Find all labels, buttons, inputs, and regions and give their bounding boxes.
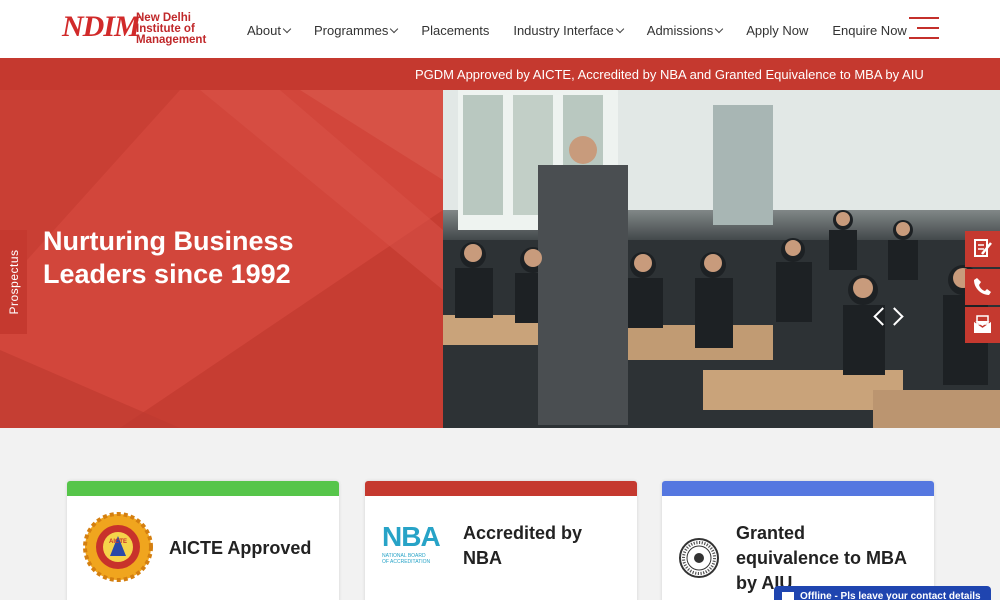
hero-title: Nurturing Business Leaders since 1992	[43, 226, 294, 289]
aicte-logo: AICTE	[83, 512, 153, 582]
nba-logo: NBA NATIONAL BOARD OF ACCREDITATION	[382, 521, 441, 565]
nav-enquire-now[interactable]: Enquire Now	[832, 23, 906, 38]
card-label: AICTE Approved	[169, 538, 312, 558]
ndim-logo[interactable]: NDIM New Delhi Institute of Management	[62, 6, 212, 52]
document-edit-icon[interactable]	[965, 231, 1000, 267]
logo-text: New Delhi Institute of Management	[136, 12, 207, 46]
chevron-right-icon[interactable]	[885, 307, 904, 326]
phone-icon[interactable]	[965, 269, 1000, 305]
card-nba[interactable]: NBA NATIONAL BOARD OF ACCREDITATION Accr…	[365, 481, 637, 600]
chevron-down-icon	[390, 24, 399, 33]
prospectus-tab[interactable]: Prospectus	[0, 230, 27, 334]
card-label: Accredited by NBA	[463, 523, 583, 568]
chevron-down-icon	[715, 24, 724, 33]
chevron-down-icon	[282, 24, 292, 33]
chat-widget[interactable]: Offline - Pls leave your contact details	[774, 586, 991, 600]
classroom-illustration	[443, 90, 1000, 428]
card-aicte[interactable]: AICTE AICTE Approved	[67, 481, 339, 600]
accreditation-section: AICTE AICTE Approved NBA NATIONAL BOARD …	[0, 428, 1000, 600]
mail-icon[interactable]	[965, 307, 1000, 343]
card-aiu[interactable]: Granted equivalence to MBA by AIU	[662, 481, 934, 600]
nav-industry-interface[interactable]: Industry Interface	[513, 23, 625, 38]
nav-programmes[interactable]: Programmes	[314, 23, 399, 38]
announcement-text: PGDM Approved by AICTE, Accredited by NB…	[415, 67, 924, 82]
svg-text:AICTE: AICTE	[109, 539, 127, 545]
site-header: NDIM New Delhi Institute of Management A…	[0, 0, 1000, 58]
chevron-down-icon	[615, 24, 625, 33]
logo-mark: NDIM	[62, 10, 141, 43]
envelope-icon	[782, 592, 794, 600]
announcement-bar: PGDM Approved by AICTE, Accredited by NB…	[0, 58, 1000, 90]
slider-controls	[872, 307, 906, 327]
nav-apply-now[interactable]: Apply Now	[746, 23, 808, 38]
nav-admissions[interactable]: Admissions	[647, 23, 724, 38]
card-accent-bar	[662, 481, 934, 496]
nav-about[interactable]: About	[247, 23, 292, 38]
classroom-lecture-photo	[443, 90, 1000, 428]
side-contact-icons	[965, 231, 1000, 345]
card-accent-bar	[67, 481, 339, 496]
chat-status-text: Offline - Pls leave your contact details	[800, 591, 981, 600]
nav-placements[interactable]: Placements	[421, 23, 489, 38]
card-label: Granted equivalence to MBA by AIU	[736, 523, 908, 593]
aiu-logo	[679, 538, 719, 578]
hero-banner: Nurturing Business Leaders since 1992	[0, 90, 1000, 428]
main-nav: About Programmes Placements Industry Int…	[247, 21, 931, 39]
hamburger-icon[interactable]	[909, 17, 939, 39]
card-accent-bar	[365, 481, 637, 496]
